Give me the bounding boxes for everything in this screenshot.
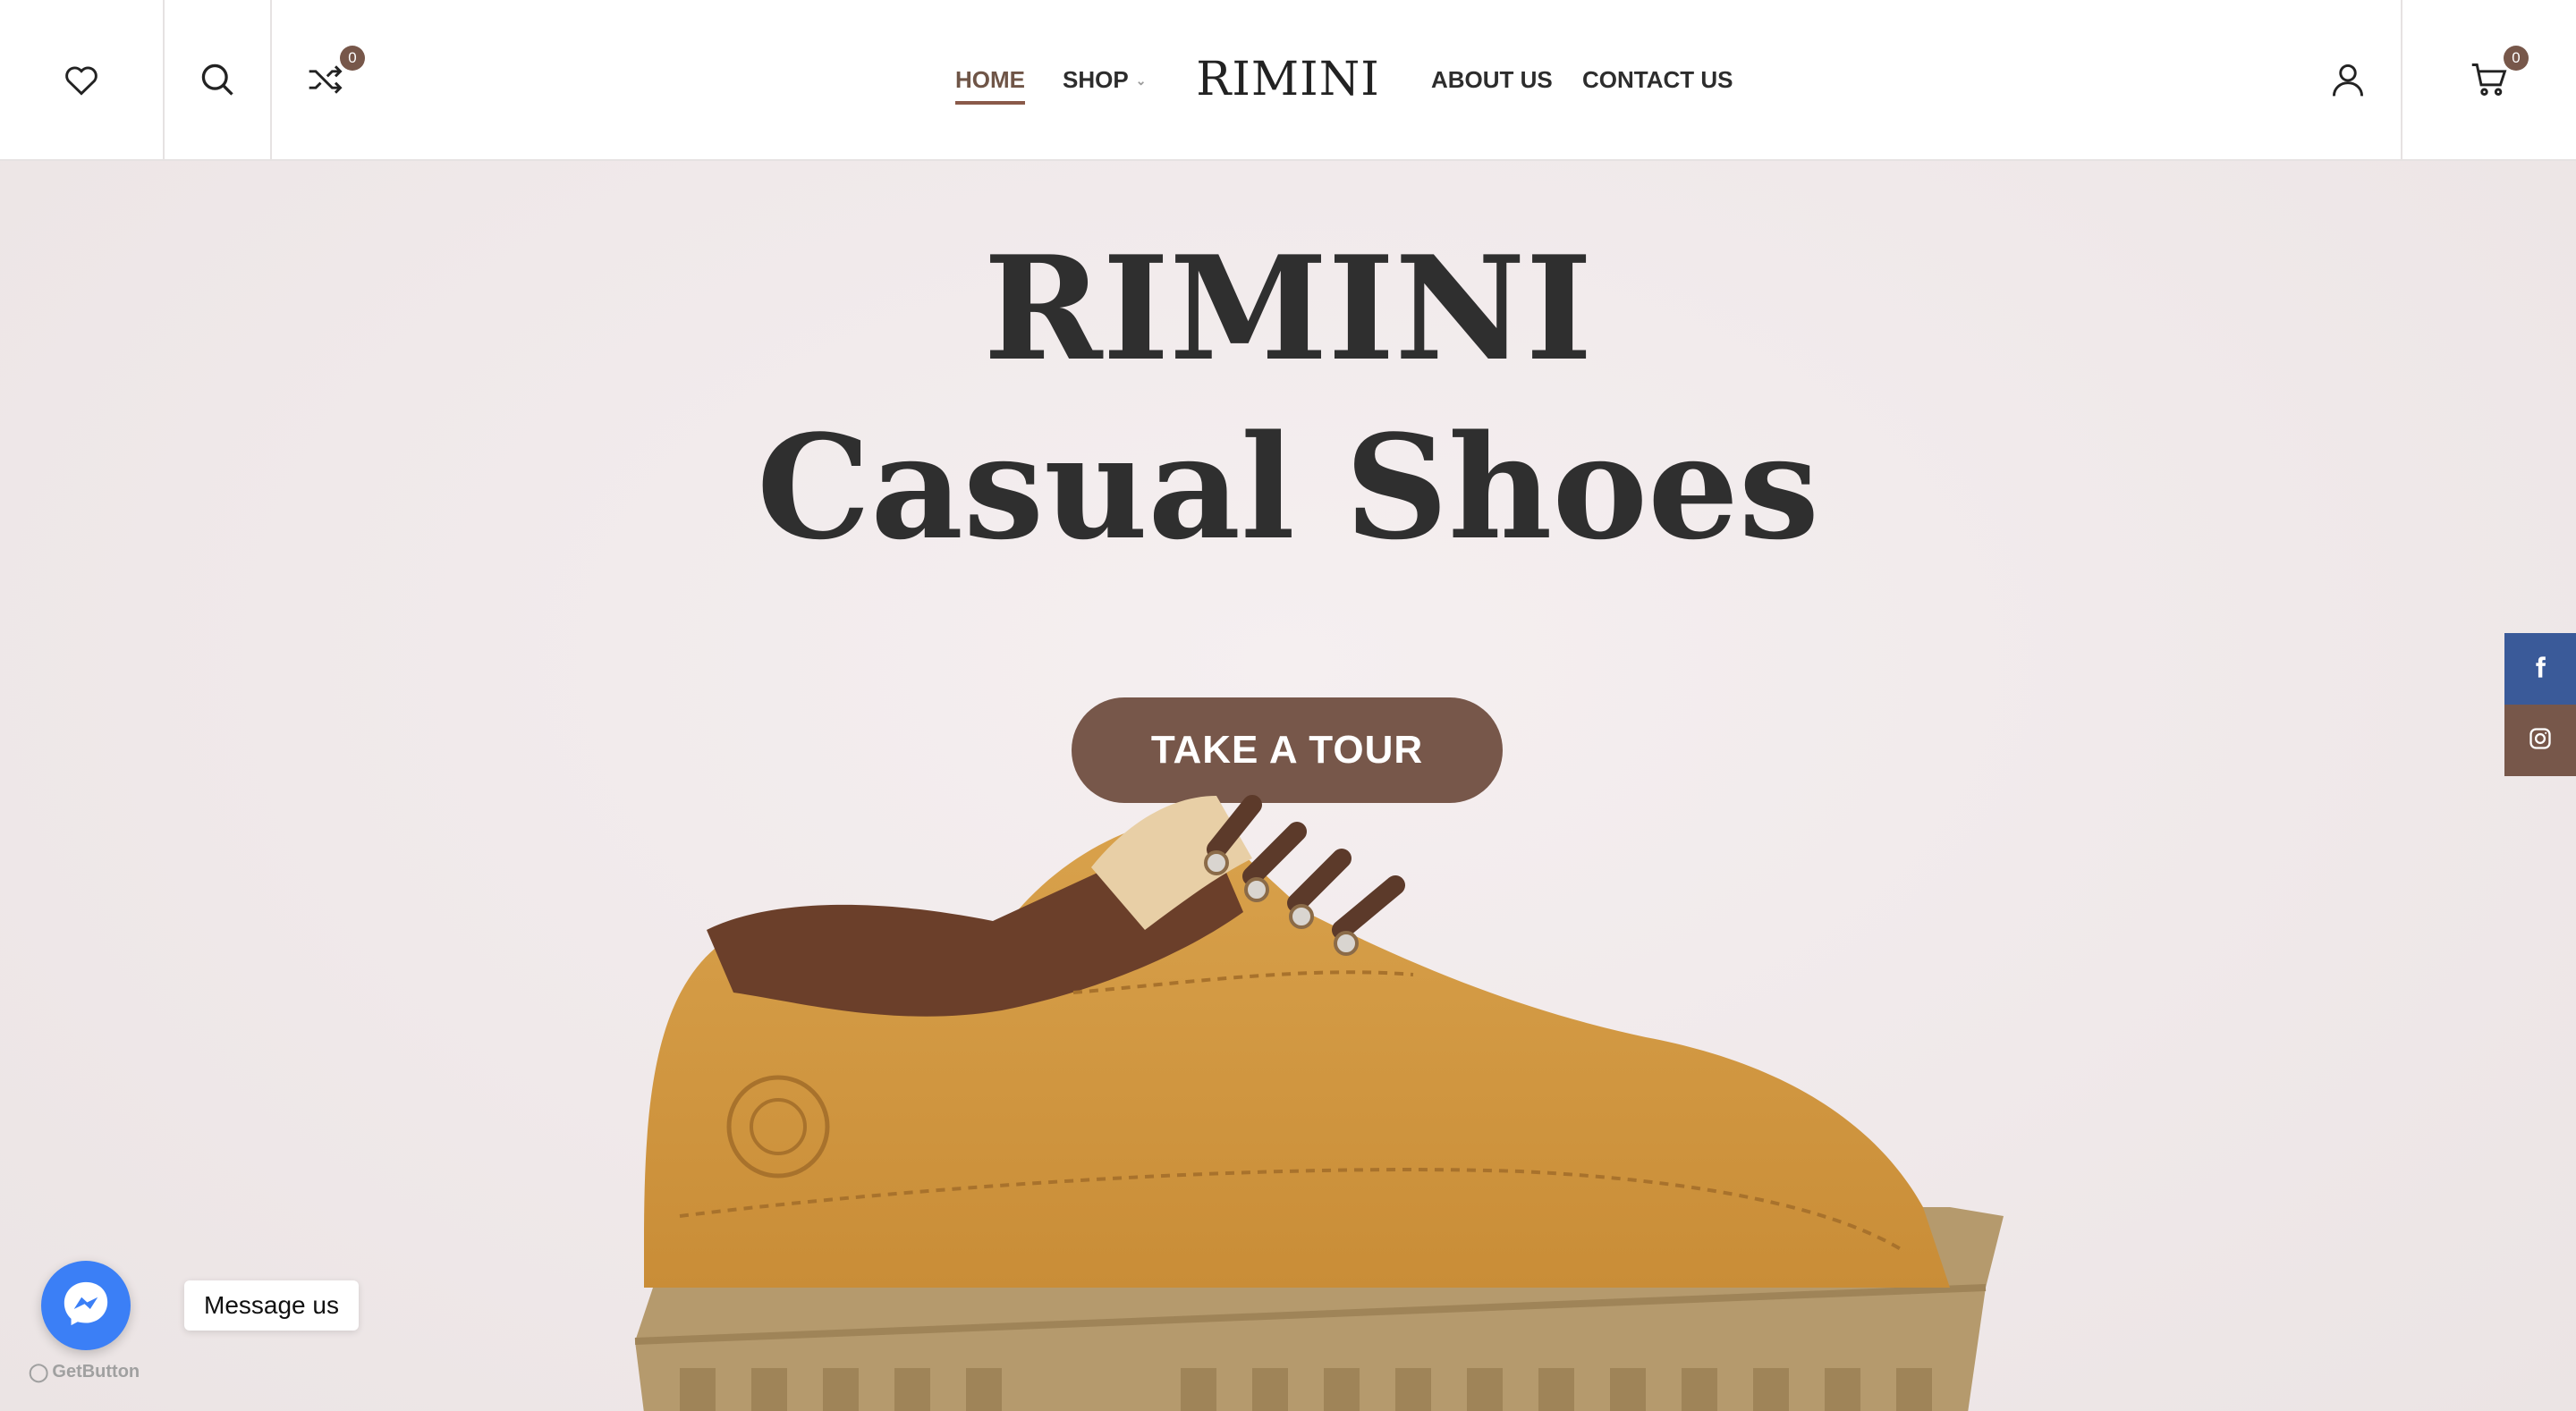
nav-about-us[interactable]: ABOUT US — [1431, 66, 1553, 94]
shuffle-icon: 0 — [306, 46, 365, 99]
hero-title-product: Casual Shoes — [756, 403, 1820, 571]
hero-section: RIMINI Casual Shoes TAKE A TOUR — [0, 161, 2576, 1411]
wishlist-button[interactable] — [0, 0, 165, 159]
compare-button[interactable]: 0 — [272, 0, 379, 159]
social-share-bar — [2504, 633, 2576, 776]
heart-icon — [62, 60, 101, 99]
account-button[interactable] — [2295, 0, 2402, 159]
site-header: 0 HOME SHOP ⌄ ABOUT US CONTACT US RIMINI … — [0, 0, 2576, 161]
message-us-label[interactable]: Message us — [184, 1280, 359, 1331]
nav-home[interactable]: HOME — [955, 66, 1025, 105]
hero-title-brand: RIMINI — [983, 224, 1593, 393]
getbutton-label: GetButton — [52, 1362, 140, 1381]
cart-count-badge: 0 — [2504, 46, 2529, 71]
facebook-icon — [2528, 655, 2553, 684]
messenger-chat-button[interactable] — [41, 1261, 131, 1350]
search-icon — [198, 60, 237, 99]
nav-shop[interactable]: SHOP ⌄ — [1063, 66, 1146, 94]
instagram-icon — [2528, 726, 2553, 756]
instagram-button[interactable] — [2504, 705, 2576, 776]
getbutton-logo-icon: ◯ — [29, 1363, 49, 1382]
cart-icon: 0 — [2470, 46, 2529, 99]
shoe-product-image — [634, 795, 2004, 1411]
messenger-icon — [60, 1278, 112, 1334]
cart-button[interactable]: 0 — [2402, 0, 2576, 159]
nav-contact-us[interactable]: CONTACT US — [1582, 66, 1733, 94]
site-logo[interactable]: RIMINI — [1163, 0, 1413, 159]
compare-count-badge: 0 — [340, 46, 365, 71]
user-icon — [2328, 60, 2368, 99]
chevron-down-icon: ⌄ — [1135, 73, 1147, 89]
getbutton-credit[interactable]: ◯ GetButton — [29, 1361, 140, 1383]
nav-shop-label: SHOP — [1063, 65, 1129, 93]
search-button[interactable] — [165, 0, 272, 159]
facebook-button[interactable] — [2504, 633, 2576, 705]
